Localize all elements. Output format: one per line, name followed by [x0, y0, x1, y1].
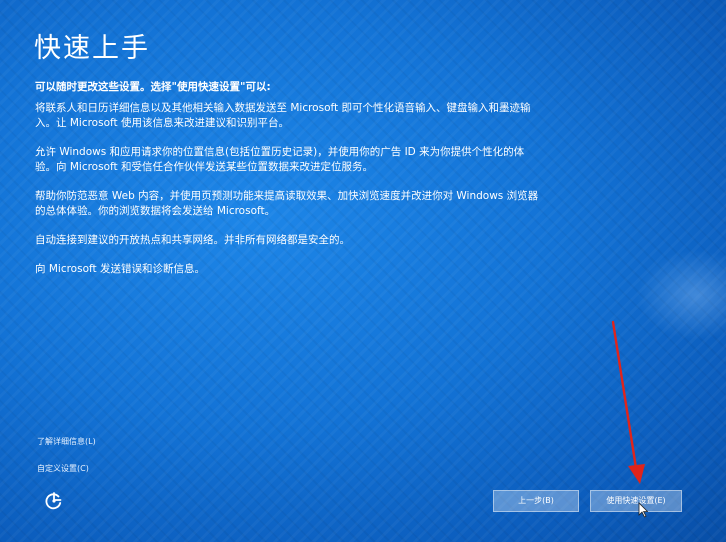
- intro-text: 可以随时更改这些设置。选择"使用快速设置"可以:: [35, 81, 271, 93]
- use-express-settings-button[interactable]: 使用快速设置(E): [590, 490, 682, 512]
- settings-description: 可以随时更改这些设置。选择"使用快速设置"可以: 将联系人和日历详细信息以及其他…: [35, 80, 545, 291]
- mouse-pointer-icon: [638, 502, 648, 518]
- back-button[interactable]: 上一步(B): [493, 490, 579, 512]
- learn-more-link[interactable]: 了解详细信息(L): [37, 436, 96, 447]
- setting-paragraph-connectivity: 自动连接到建议的开放热点和共享网络。并非所有网络都是安全的。: [35, 234, 350, 246]
- ease-of-access-icon[interactable]: [43, 490, 65, 512]
- customize-settings-link[interactable]: 自定义设置(C): [37, 463, 89, 474]
- setting-paragraph-error-reporting: 向 Microsoft 发送错误和诊断信息。: [35, 263, 205, 275]
- setting-paragraph-personalization: 将联系人和日历详细信息以及其他相关输入数据发送至 Microsoft 即可个性化…: [35, 102, 531, 129]
- screen-glare: [636, 250, 726, 340]
- page-title: 快速上手: [34, 33, 150, 64]
- setting-paragraph-browser: 帮助你防范恶意 Web 内容，并使用页预测功能来提高读取效果、加快浏览速度并改进…: [35, 190, 539, 217]
- setting-paragraph-location: 允许 Windows 和应用请求你的位置信息(包括位置历史记录)，并使用你的广告…: [35, 146, 525, 173]
